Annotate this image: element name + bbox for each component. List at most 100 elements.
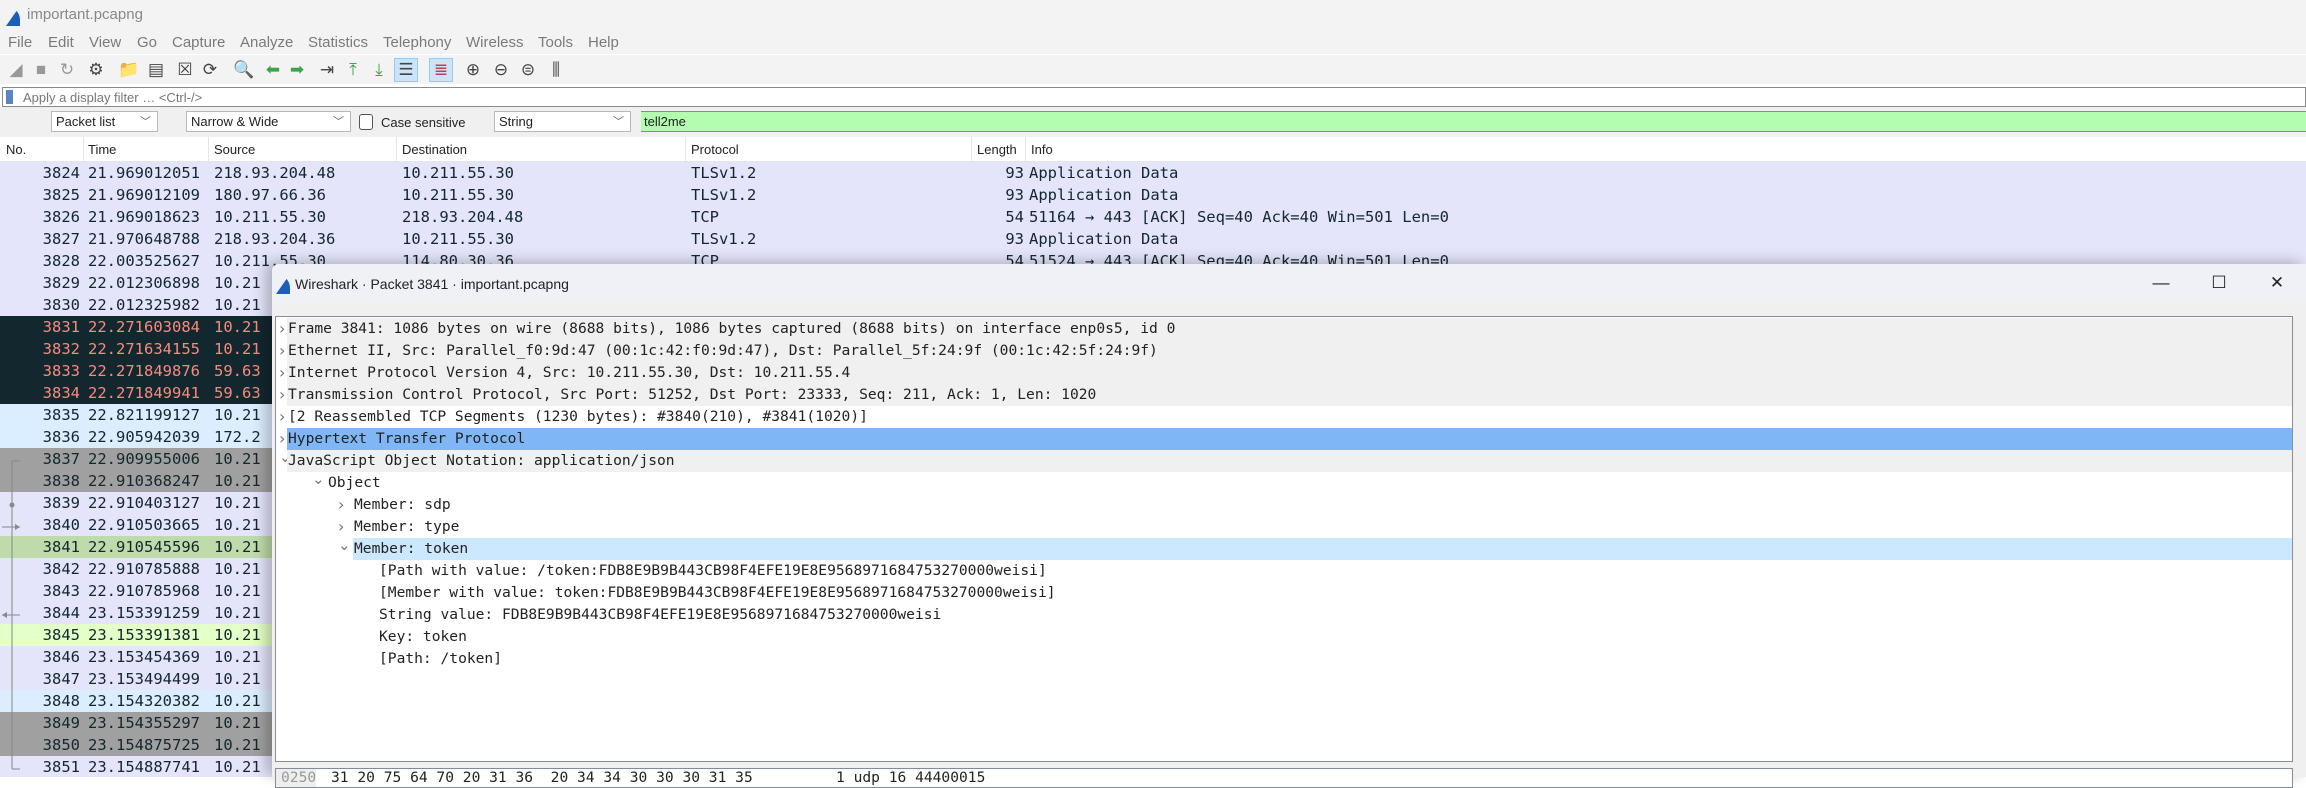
chevron-right-icon[interactable]: › — [279, 362, 285, 384]
zoom-in-icon[interactable]: ⊕ — [461, 58, 485, 82]
stop-capture-icon[interactable]: ■ — [29, 58, 53, 82]
column-header-info[interactable]: Info — [1031, 142, 1053, 157]
tree-item[interactable]: [Path: /token] — [276, 648, 2292, 670]
start-capture-icon[interactable]: ◢ — [4, 58, 28, 82]
tree-item[interactable]: [Path with value: /token:FDB8E9B9B443CB9… — [276, 560, 2292, 582]
packet-row[interactable]: 3827 21.970648788 218.93.204.36 10.211.55.3… — [0, 228, 2306, 250]
cell-source: 10.21 — [214, 274, 261, 292]
menu-telephony[interactable]: Telephony — [383, 34, 451, 51]
cell-source: 10.21 — [214, 670, 261, 688]
go-last-icon[interactable]: ⤓ — [367, 58, 391, 82]
column-header-time[interactable]: Time — [88, 142, 116, 157]
column-header-destination[interactable]: Destination — [402, 142, 467, 157]
cell-no: 3846 — [42, 648, 80, 666]
tree-item[interactable]: › Member: sdp — [276, 494, 2292, 516]
cell-time: 23.154887741 — [88, 758, 200, 776]
bookmark-icon[interactable] — [6, 90, 13, 104]
menu-analyze[interactable]: Analyze — [240, 34, 293, 51]
column-divider[interactable] — [208, 137, 209, 162]
maximize-button[interactable]: ☐ — [2196, 270, 2242, 296]
search-type-value: String — [499, 114, 533, 129]
cell-source: 10.21 — [214, 604, 261, 622]
colorize-icon[interactable]: ≣ — [429, 58, 453, 82]
chevron-right-icon[interactable]: › — [279, 340, 285, 362]
column-divider[interactable] — [685, 137, 686, 162]
cell-time: 22.910368247 — [88, 472, 200, 490]
menu-view[interactable]: View — [89, 34, 121, 51]
packet-detail-tree[interactable]: › Frame 3841: 1086 bytes on wire (8688 bi… — [275, 316, 2293, 762]
chevron-right-icon[interactable]: › — [279, 406, 285, 428]
tree-item[interactable]: › Internet Protocol Version 4, Src: 10.21… — [276, 362, 2292, 384]
menu-capture[interactable]: Capture — [172, 34, 225, 51]
save-file-icon[interactable]: ▤ — [144, 58, 168, 82]
go-first-icon[interactable]: ⤒ — [341, 58, 365, 82]
column-header-length[interactable]: Length — [977, 142, 1017, 157]
restart-capture-icon[interactable]: ↻ — [55, 58, 79, 82]
cell-info: Application Data — [1029, 164, 1179, 182]
packet-bytes-pane[interactable]: 0250 31 20 75 64 70 20 31 36 20 34 34 30… — [275, 768, 2293, 788]
tree-item[interactable]: ⌄ Object — [276, 470, 2292, 494]
tree-item[interactable]: String value: FDB8E9B9B443CB98F4EFE19E8E… — [276, 604, 2292, 626]
tree-item[interactable]: › Hypertext Transfer Protocol — [276, 428, 2292, 450]
tree-item[interactable]: ⌄ JavaScript Object Notation: application… — [276, 448, 2292, 472]
cell-source: 10.21 — [214, 538, 261, 556]
go-to-packet-icon[interactable]: ⇥ — [315, 58, 339, 82]
find-packet-icon[interactable]: 🔍 — [232, 58, 256, 82]
autoscroll-icon[interactable]: ☰ — [394, 58, 418, 82]
tree-item[interactable]: ⌄ Member: token — [276, 536, 2292, 560]
close-file-icon[interactable]: ☒ — [173, 58, 197, 82]
cell-no: 3847 — [42, 670, 80, 688]
column-header-source[interactable]: Source — [214, 142, 255, 157]
column-divider[interactable] — [396, 137, 397, 162]
tree-item[interactable]: › Frame 3841: 1086 bytes on wire (8688 bi… — [276, 318, 2292, 340]
cell-no: 3835 — [42, 406, 80, 424]
column-header-protocol[interactable]: Protocol — [691, 142, 739, 157]
tree-item[interactable]: › [2 Reassembled TCP Segments (1230 bytes… — [276, 406, 2292, 428]
menu-help[interactable]: Help — [588, 34, 619, 51]
menu-go[interactable]: Go — [137, 34, 157, 51]
cell-no: 3833 — [42, 362, 80, 380]
tree-item[interactable]: › Member: type — [276, 516, 2292, 538]
chevron-right-icon[interactable]: › — [338, 494, 344, 516]
open-file-icon[interactable]: 📁 — [117, 58, 141, 82]
tree-item[interactable]: › Transmission Control Protocol, Src Port… — [276, 384, 2292, 406]
menu-statistics[interactable]: Statistics — [308, 34, 368, 51]
chevron-down-icon[interactable]: ⌄ — [338, 534, 351, 556]
chevron-right-icon[interactable]: › — [279, 384, 285, 406]
find-input[interactable]: tell2me — [641, 111, 2306, 132]
go-forward-icon[interactable]: ➡ — [285, 58, 309, 82]
reload-file-icon[interactable]: ⟳ — [198, 58, 222, 82]
packet-list-header: No. Time Source Destination Protocol Length In… — [0, 137, 2306, 162]
search-type-select[interactable]: String ﹀ — [494, 111, 631, 132]
display-filter-input[interactable]: Apply a display filter … <Ctrl-/> — [2, 87, 2306, 107]
menu-file[interactable]: File — [8, 34, 32, 51]
packet-row[interactable]: 3826 21.969018623 10.211.55.30 218.93.204.4… — [0, 206, 2306, 228]
cell-time: 22.910545596 — [88, 538, 200, 556]
column-divider[interactable] — [1025, 137, 1026, 162]
case-sensitive-checkbox[interactable] — [359, 114, 373, 130]
zoom-out-icon[interactable]: ⊖ — [489, 58, 513, 82]
menu-wireless[interactable]: Wireless — [466, 34, 524, 51]
packet-row[interactable]: 3824 21.969012051 218.93.204.48 10.211.55.3… — [0, 162, 2306, 184]
tree-item[interactable]: › Ethernet II, Src: Parallel_f0:9d:47 (00… — [276, 340, 2292, 362]
chevron-down-icon[interactable]: ⌄ — [312, 468, 325, 490]
menu-tools[interactable]: Tools — [538, 34, 573, 51]
resize-columns-icon[interactable]: ⫼ — [544, 58, 568, 82]
tree-item[interactable]: Key: token — [276, 626, 2292, 648]
packet-row[interactable]: 3825 21.969012109 180.97.66.36 10.211.55.30… — [0, 184, 2306, 206]
char-width-select[interactable]: Narrow & Wide ﹀ — [186, 111, 351, 132]
cell-time: 22.910785968 — [88, 582, 200, 600]
chevron-right-icon[interactable]: › — [279, 318, 285, 340]
search-in-select[interactable]: Packet list ﹀ — [51, 111, 158, 132]
menu-edit[interactable]: Edit — [48, 34, 74, 51]
minimize-button[interactable]: — — [2138, 270, 2184, 296]
column-divider[interactable] — [971, 137, 972, 162]
column-header-no[interactable]: No. — [6, 142, 26, 157]
close-button[interactable]: ✕ — [2254, 270, 2300, 296]
normal-size-icon[interactable]: ⊜ — [516, 58, 540, 82]
go-back-icon[interactable]: ⬅ — [261, 58, 285, 82]
chevron-down-icon: ﹀ — [140, 116, 151, 128]
column-divider[interactable] — [83, 137, 84, 162]
tree-item[interactable]: [Member with value: token:FDB8E9B9B443CB… — [276, 582, 2292, 604]
capture-options-icon[interactable]: ⚙ — [84, 58, 108, 82]
